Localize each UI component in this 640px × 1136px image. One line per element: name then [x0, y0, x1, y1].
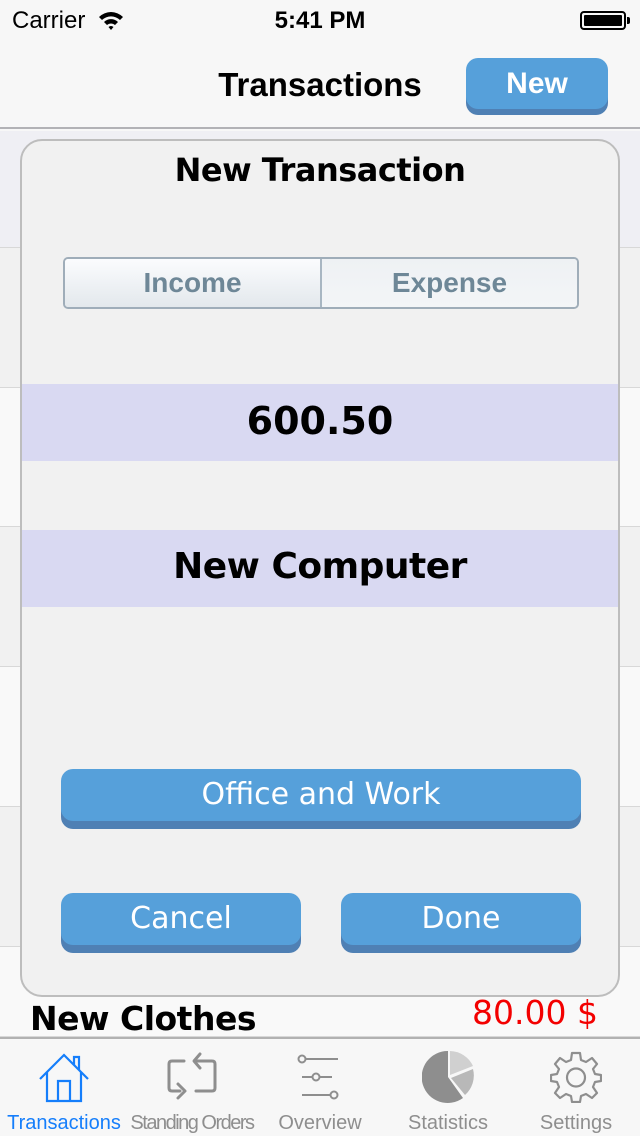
segment-expense[interactable]: Expense — [322, 259, 577, 307]
transaction-row[interactable]: New Clothes 80.00 $ — [0, 993, 640, 1038]
status-bar: Carrier 5:41 PM — [0, 0, 640, 40]
tab-statistics[interactable]: Statistics — [384, 1039, 512, 1136]
tab-label: Standing Orders — [130, 1112, 255, 1134]
transaction-type-segmented-control[interactable]: Income Expense — [63, 257, 579, 309]
tab-overview[interactable]: Overview — [256, 1039, 384, 1136]
house-icon — [39, 1053, 89, 1103]
pie-chart-icon — [422, 1051, 474, 1103]
battery-tip — [627, 17, 630, 24]
segment-income[interactable]: Income — [65, 259, 322, 307]
tab-label: Settings — [539, 1112, 613, 1134]
done-button[interactable]: Done — [341, 893, 581, 945]
tab-label: Statistics — [407, 1112, 489, 1134]
gear-icon — [550, 1051, 602, 1103]
tab-label: Overview — [278, 1112, 362, 1134]
new-transaction-dialog: New Transaction Income Expense 600.50 Ne… — [20, 139, 620, 997]
amount-field[interactable]: 600.50 — [22, 384, 618, 461]
transaction-amount: 80.00 $ — [472, 993, 598, 1032]
cancel-button[interactable]: Cancel — [61, 893, 301, 945]
tab-bar: Transactions Standing Orders Overview St… — [0, 1037, 640, 1136]
tab-standing-orders[interactable]: Standing Orders — [128, 1039, 256, 1136]
clock: 5:41 PM — [274, 7, 366, 34]
battery-icon — [580, 11, 626, 30]
tab-settings[interactable]: Settings — [512, 1039, 640, 1136]
sliders-icon — [297, 1054, 339, 1100]
dialog-title: New Transaction — [174, 151, 466, 189]
tab-transactions[interactable]: Transactions — [0, 1039, 128, 1136]
navigation-bar: Transactions New — [0, 40, 640, 129]
transaction-name: New Clothes — [30, 999, 256, 1038]
tab-label: Transactions — [7, 1112, 121, 1134]
category-button[interactable]: Office and Work — [61, 769, 581, 821]
repeat-icon — [167, 1052, 217, 1100]
description-field[interactable]: New Computer — [22, 530, 618, 607]
new-transaction-button[interactable]: New — [466, 58, 608, 109]
